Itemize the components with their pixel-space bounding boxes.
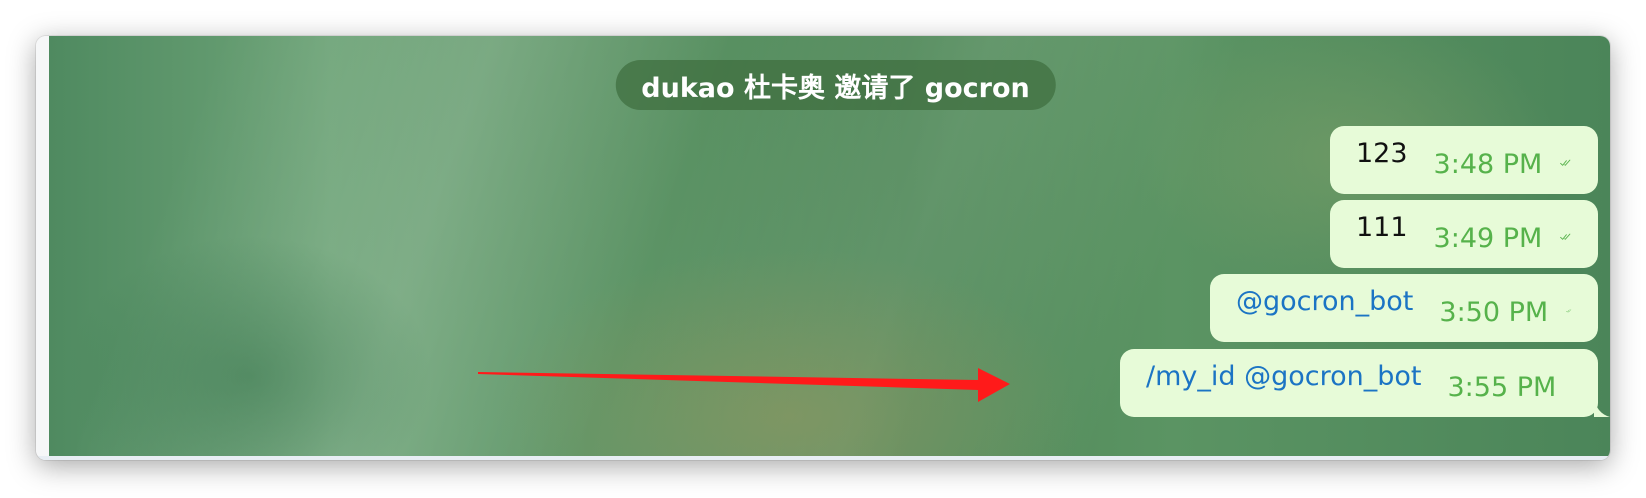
service-message: dukao 杜卡奥 邀请了 gocron — [615, 60, 1056, 110]
command-link[interactable]: /my_id @gocron_bot — [1146, 361, 1421, 392]
message-time: 3:49 PM — [1433, 222, 1543, 254]
message-bubble[interactable]: 123 3:48 PM — [1330, 126, 1598, 194]
message-text: 111 — [1356, 211, 1408, 243]
message-time: 3:48 PM — [1433, 148, 1543, 180]
double-check-icon — [1560, 159, 1571, 166]
message-time: 3:55 PM — [1447, 371, 1557, 403]
mention-link[interactable]: @gocron_bot — [1236, 286, 1413, 317]
bubble-tail-icon — [1594, 397, 1610, 417]
message-time: 3:50 PM — [1439, 296, 1549, 328]
double-check-icon — [1566, 309, 1572, 313]
double-check-icon — [1560, 233, 1571, 240]
composer-edge — [36, 456, 1610, 460]
message-bubble[interactable]: 111 3:49 PM — [1330, 200, 1598, 268]
annotation-arrow-icon — [478, 368, 1010, 402]
message-bubble[interactable]: @gocron_bot 3:50 PM — [1210, 274, 1598, 342]
sidebar-edge — [36, 36, 49, 460]
message-text: 123 — [1356, 137, 1408, 169]
message-bubble[interactable]: /my_id @gocron_bot 3:55 PM — [1120, 349, 1610, 417]
